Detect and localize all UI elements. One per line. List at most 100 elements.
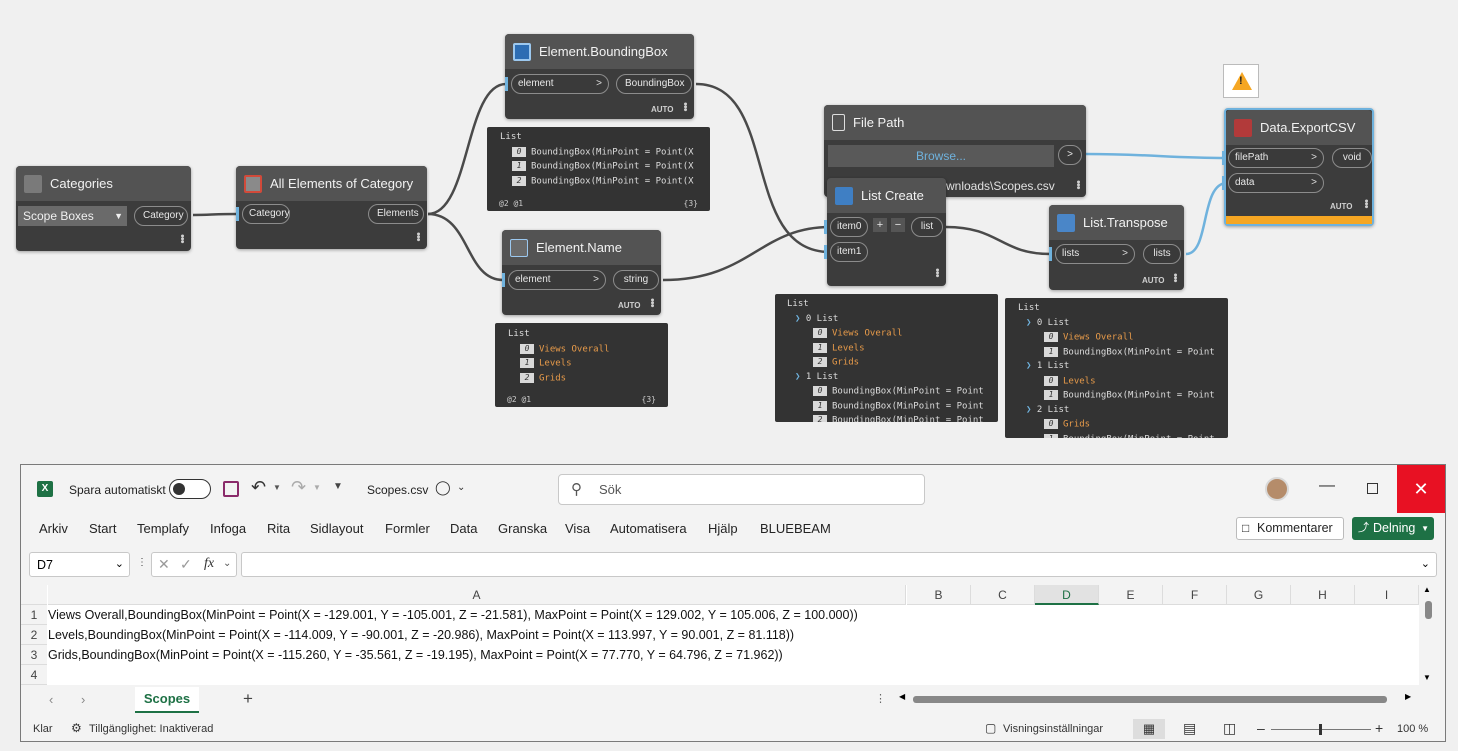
category-dropdown[interactable]: Scope Boxes ▼ (18, 206, 127, 226)
excel-window[interactable]: X Spara automatiskt ↶ ▼ ↷ ▼ ▼ Scopes.csv… (20, 464, 1446, 742)
node-list-create[interactable]: List Create item0 + − list item1 ••• (824, 178, 946, 286)
node-list-transpose[interactable]: List.Transpose lists > lists AUTO ••• (1049, 205, 1184, 290)
cell-a2[interactable]: Levels,BoundingBox(MinPoint = Point(X = … (48, 625, 794, 645)
undo-dropdown-icon[interactable]: ▼ (273, 483, 281, 492)
accessibility-status[interactable]: Tillgänglighet: Inaktiverad (89, 723, 213, 735)
node-categories[interactable]: Categories Scope Boxes ▼ Category ••• (16, 166, 191, 251)
page-layout-icon[interactable]: ▤ (1183, 720, 1196, 737)
search-box[interactable]: ⚲ Sök (558, 474, 925, 505)
maximize-button[interactable] (1367, 483, 1378, 494)
chevron-down-icon[interactable]: ❯ (1026, 318, 1037, 328)
add-sheet-button[interactable]: + (243, 689, 253, 709)
chevron-down-icon[interactable]: ❯ (1026, 361, 1037, 371)
input-port-element[interactable]: element > (505, 74, 609, 94)
normal-view-button[interactable]: ▦ (1133, 719, 1165, 739)
column-header-c[interactable]: C (971, 585, 1035, 605)
filename-chevron-icon[interactable]: ⌄ (457, 482, 465, 493)
scroll-down-icon[interactable]: ▼ (1423, 673, 1431, 682)
output-port-string[interactable]: string (613, 270, 659, 290)
input-port-item1[interactable]: item1 (824, 242, 868, 262)
column-header-d[interactable]: D (1035, 585, 1099, 605)
output-port-list[interactable]: list (911, 217, 943, 237)
warning-bubble[interactable]: ! (1223, 64, 1259, 98)
input-port-element[interactable]: element > (502, 270, 606, 290)
sensitivity-icon[interactable]: ◯ (435, 479, 451, 496)
scroll-thumb[interactable] (913, 696, 1387, 703)
menu-tab-bluebeam[interactable]: BLUEBEAM (760, 521, 831, 536)
sheet-bar-more-icon[interactable]: ⋮ (875, 692, 886, 705)
output-port-elements[interactable]: Elements (368, 204, 424, 224)
output-port-void[interactable]: void (1332, 148, 1372, 168)
menu-tab-rita[interactable]: Rita (267, 521, 290, 536)
menu-tab-granska[interactable]: Granska (498, 521, 547, 536)
scroll-left-icon[interactable]: ◀ (899, 692, 905, 701)
minimize-button[interactable]: — (1319, 477, 1335, 495)
menu-tab-visa[interactable]: Visa (565, 521, 590, 536)
column-header-f[interactable]: F (1163, 585, 1227, 605)
node-element-boundingbox[interactable]: Element.BoundingBox element > BoundingBox… (505, 34, 694, 119)
insert-function-icon[interactable]: fx (204, 556, 214, 572)
menu-tab-formler[interactable]: Formler (385, 521, 430, 536)
fx-chevron-icon[interactable]: ⌄ (223, 558, 231, 569)
accessibility-icon[interactable]: ⚙ (71, 721, 82, 735)
node-element-name[interactable]: Element.Name element > string AUTO ••• (502, 230, 661, 315)
display-settings-icon[interactable]: ▢ (985, 721, 996, 735)
output-port-path[interactable]: > (1058, 145, 1082, 165)
name-box[interactable]: D7 ⌄ (29, 552, 130, 577)
input-port-data[interactable]: data > (1222, 173, 1324, 193)
vertical-scrollbar[interactable]: ▲ ▼ (1421, 585, 1435, 685)
input-port-lists[interactable]: lists > (1049, 244, 1135, 264)
menu-tab-arkiv[interactable]: Arkiv (39, 521, 68, 536)
output-port-category[interactable]: Category (134, 206, 188, 226)
scroll-up-icon[interactable]: ▲ (1423, 585, 1431, 594)
avatar[interactable] (1265, 477, 1289, 501)
select-all-corner[interactable] (21, 585, 47, 605)
comments-button[interactable]: □ Kommentarer (1236, 517, 1344, 540)
save-icon[interactable] (223, 481, 239, 497)
enter-icon[interactable]: ✓ (180, 556, 192, 573)
column-header-b[interactable]: B (907, 585, 971, 605)
column-header-a[interactable]: A (48, 585, 906, 605)
row-header[interactable]: 4 (21, 665, 47, 685)
menu-tab-infoga[interactable]: Infoga (210, 521, 246, 536)
scroll-right-icon[interactable]: ▶ (1405, 692, 1411, 701)
node-menu-icon[interactable]: ••• (1072, 180, 1084, 189)
output-port-boundingbox[interactable]: BoundingBox (616, 74, 692, 94)
formula-expand-icon[interactable]: ⌄ (1421, 557, 1430, 570)
row-header[interactable]: 2 (21, 625, 47, 645)
zoom-in-button[interactable]: + (1375, 720, 1383, 736)
zoom-out-button[interactable]: – (1257, 720, 1265, 736)
remove-input-button[interactable]: − (891, 218, 905, 232)
page-break-icon[interactable]: ◫ (1223, 720, 1236, 737)
column-header-g[interactable]: G (1227, 585, 1291, 605)
node-menu-icon[interactable]: ••• (931, 268, 943, 277)
close-button[interactable]: ✕ (1397, 465, 1445, 513)
next-sheet-icon[interactable]: › (81, 692, 85, 707)
chevron-down-icon[interactable]: ❯ (795, 314, 806, 324)
node-menu-icon[interactable]: ••• (176, 234, 188, 243)
zoom-slider-thumb[interactable] (1319, 724, 1322, 735)
node-menu-icon[interactable]: ••• (646, 298, 658, 307)
zoom-level[interactable]: 100 % (1397, 723, 1428, 735)
menu-tab-sidlayout[interactable]: Sidlayout (310, 521, 363, 536)
redo-icon[interactable]: ↷ (291, 477, 306, 498)
input-port-item0[interactable]: item0 (824, 217, 868, 237)
redo-dropdown-icon[interactable]: ▼ (313, 483, 321, 492)
menu-tab-hjälp[interactable]: Hjälp (708, 521, 738, 536)
column-header-e[interactable]: E (1099, 585, 1163, 605)
scroll-thumb[interactable] (1425, 601, 1432, 619)
node-menu-icon[interactable]: ••• (412, 232, 424, 241)
horizontal-scrollbar[interactable]: ◀ ▶ (897, 692, 1417, 706)
input-port-filepath[interactable]: filePath > (1222, 148, 1324, 168)
sheet-grid[interactable]: ABCDEFGHI 1 Views Overall,BoundingBox(Min… (21, 585, 1435, 685)
quick-access-customize-icon[interactable]: ▼ (333, 481, 343, 492)
zoom-slider[interactable] (1271, 724, 1371, 735)
output-port-lists[interactable]: lists (1143, 244, 1181, 264)
menu-tab-start[interactable]: Start (89, 521, 116, 536)
node-all-elements[interactable]: All Elements of Category Category Elemen… (236, 166, 427, 249)
formula-bar-more-icon[interactable]: ⋮ (137, 557, 147, 568)
cell-a1[interactable]: Views Overall,BoundingBox(MinPoint = Poi… (48, 605, 858, 625)
chevron-down-icon[interactable]: ❯ (795, 372, 806, 382)
browse-button[interactable]: Browse... (828, 145, 1054, 167)
autosave-toggle[interactable] (169, 479, 211, 499)
